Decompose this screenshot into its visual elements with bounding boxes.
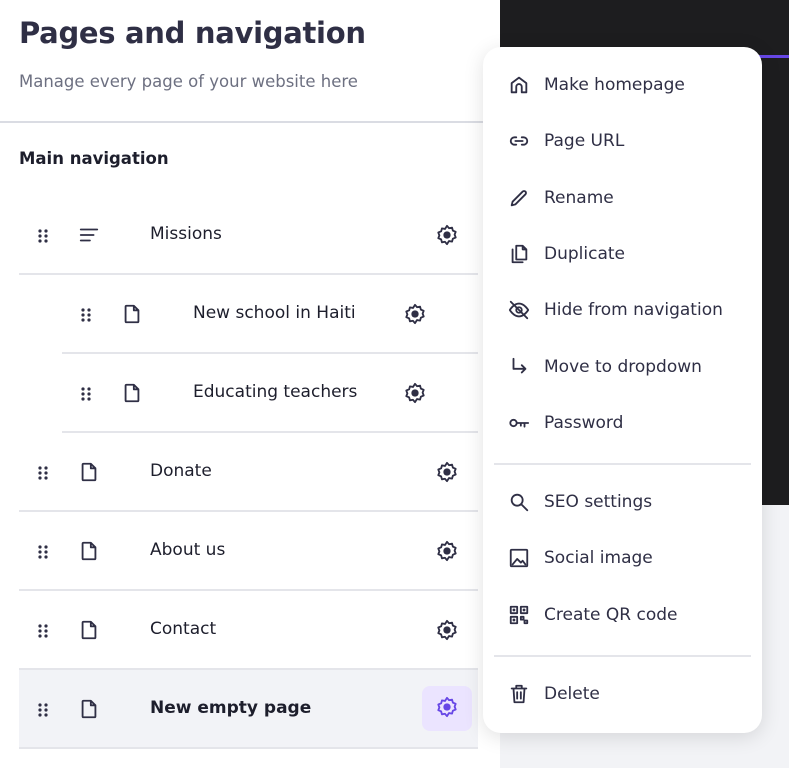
- menu-item-label: Delete: [544, 684, 600, 704]
- page-row[interactable]: Missions: [19, 196, 478, 275]
- menu-item-social-image[interactable]: Social image: [483, 538, 762, 578]
- arrow-down-right-icon: [508, 356, 530, 378]
- key-icon: [508, 412, 530, 434]
- pencil-icon: [508, 187, 530, 209]
- page-row-label: Donate: [150, 461, 212, 481]
- drag-handle-icon[interactable]: [37, 623, 49, 637]
- menu-item-label: Create QR code: [544, 605, 678, 625]
- menu-item-label: Make homepage: [544, 75, 685, 95]
- search-icon: [508, 491, 530, 513]
- eye-off-icon: [508, 299, 530, 321]
- drag-handle-icon[interactable]: [37, 544, 49, 558]
- menu-divider: [494, 463, 751, 465]
- page-subtitle: Manage every page of your website here: [19, 72, 358, 91]
- image-icon: [508, 547, 530, 569]
- page-row-label: Educating teachers: [193, 382, 357, 402]
- gear-icon[interactable]: [436, 224, 458, 246]
- menu-item-rename[interactable]: Rename: [483, 178, 762, 218]
- page-icon: [121, 303, 143, 329]
- page-row-label: Missions: [150, 224, 222, 244]
- menu-item-label: Page URL: [544, 131, 624, 151]
- gear-icon[interactable]: [436, 540, 458, 562]
- drag-handle-icon[interactable]: [37, 228, 49, 242]
- gear-icon[interactable]: [436, 461, 458, 483]
- link-icon: [508, 130, 530, 152]
- page-row[interactable]: About us: [19, 512, 478, 591]
- menu-item-label: Hide from navigation: [544, 300, 723, 320]
- menu-item-label: Password: [544, 413, 623, 433]
- page-title: Pages and navigation: [19, 16, 366, 50]
- menu-item-password[interactable]: Password: [483, 403, 762, 443]
- menu-item-label: Social image: [544, 548, 653, 568]
- menu-item-create-qr-code[interactable]: Create QR code: [483, 595, 762, 635]
- page-icon: [121, 382, 143, 408]
- page-icon: [78, 461, 100, 487]
- menu-divider: [494, 655, 751, 657]
- gear-icon[interactable]: [436, 619, 458, 641]
- divider: [0, 121, 500, 123]
- page-row-label: Contact: [150, 619, 216, 639]
- menu-item-label: Duplicate: [544, 244, 625, 264]
- menu-item-page-url[interactable]: Page URL: [483, 121, 762, 161]
- gear-icon[interactable]: [404, 382, 426, 404]
- page-row[interactable]: New school in Haiti: [62, 275, 478, 354]
- home-icon: [508, 74, 530, 96]
- page-row-label: About us: [150, 540, 225, 560]
- menu-item-make-homepage[interactable]: Make homepage: [483, 65, 762, 105]
- drag-handle-icon[interactable]: [80, 386, 92, 400]
- page-row-label: New empty page: [150, 698, 311, 718]
- page-row-label: New school in Haiti: [193, 303, 356, 323]
- page-icon: [78, 540, 100, 566]
- menu-item-delete[interactable]: Delete: [483, 674, 762, 714]
- page-row[interactable]: Donate: [19, 433, 478, 512]
- menu-item-label: Rename: [544, 188, 614, 208]
- page-row[interactable]: Educating teachers: [62, 354, 478, 433]
- page-options-menu: Make homepage Page URL Rename Duplicate Hide…: [483, 47, 762, 733]
- menu-item-hide-from-navigation[interactable]: Hide from navigation: [483, 290, 762, 330]
- page-icon: [78, 619, 100, 645]
- drag-handle-icon[interactable]: [80, 307, 92, 321]
- drag-handle-icon[interactable]: [37, 702, 49, 716]
- duplicate-icon: [508, 243, 530, 265]
- pages-panel: Pages and navigation Manage every page o…: [0, 0, 500, 768]
- section-heading: Main navigation: [19, 149, 169, 168]
- gear-icon: [436, 696, 458, 722]
- page-settings-button[interactable]: [422, 686, 472, 731]
- menu-item-seo-settings[interactable]: SEO settings: [483, 482, 762, 522]
- menu-item-duplicate[interactable]: Duplicate: [483, 234, 762, 274]
- page-row[interactable]: Contact: [19, 591, 478, 670]
- menu-item-move-to-dropdown[interactable]: Move to dropdown: [483, 347, 762, 387]
- qr-code-icon: [508, 604, 530, 626]
- trash-icon: [508, 683, 530, 705]
- dropdown-lines-icon: [78, 224, 100, 250]
- menu-item-label: SEO settings: [544, 492, 652, 512]
- drag-handle-icon[interactable]: [37, 465, 49, 479]
- page-icon: [78, 698, 100, 724]
- gear-icon[interactable]: [404, 303, 426, 325]
- menu-item-label: Move to dropdown: [544, 357, 702, 377]
- page-row[interactable]: New empty page: [19, 670, 478, 749]
